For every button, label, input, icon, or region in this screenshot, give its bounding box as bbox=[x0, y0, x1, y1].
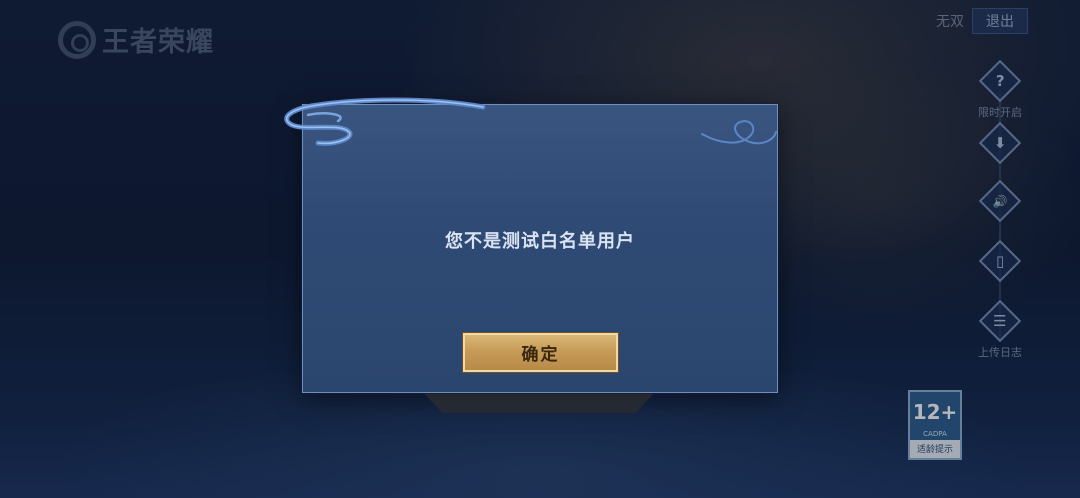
dialog-message: 您不是测试白名单用户 bbox=[445, 231, 635, 252]
dialog-corner-swirl bbox=[701, 120, 777, 145]
dialog-swirl-decoration bbox=[284, 97, 486, 146]
dialog-under-tab bbox=[424, 393, 654, 413]
confirm-button[interactable]: 确定 bbox=[463, 333, 618, 372]
